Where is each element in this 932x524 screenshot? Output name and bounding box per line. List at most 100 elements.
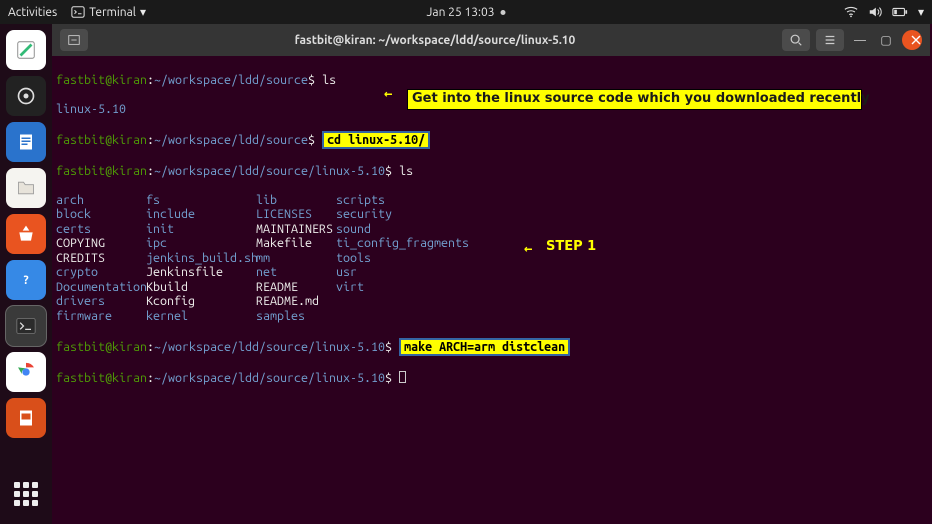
- listing-cell: sound: [336, 222, 466, 237]
- battery-icon: [892, 5, 908, 19]
- search-button[interactable]: [782, 29, 810, 51]
- dock-item-terminal[interactable]: [6, 306, 46, 346]
- top-panel: Activities Terminal ▾ Jan 25 13:03 ▾: [0, 0, 932, 24]
- prompt-userhost: fastbit@kiran: [56, 340, 147, 354]
- listing-row: certsinitMAINTAINERSsound: [56, 222, 926, 237]
- listing-cell: Makefile: [256, 236, 336, 251]
- prompt-userhost: fastbit@kiran: [56, 371, 147, 385]
- listing-cell: usr: [336, 265, 466, 280]
- cursor: [399, 371, 406, 383]
- cmd-ls: ls: [322, 73, 336, 87]
- listing-cell: virt: [336, 280, 466, 295]
- listing-cell: Jenkinsfile: [146, 265, 256, 280]
- listing-row: blockincludeLICENSESsecurity: [56, 207, 926, 222]
- listing-row: CREDITSjenkins_build.shmmtools: [56, 251, 926, 266]
- clock[interactable]: Jan 25 13:03: [427, 6, 506, 19]
- listing-cell: mm: [256, 251, 336, 266]
- listing-row: driversKconfigREADME.md: [56, 294, 926, 309]
- listing-cell: tools: [336, 251, 466, 266]
- prompt-path: ~/workspace/ldd/source: [154, 133, 308, 147]
- listing-row: DocumentationKbuildREADMEvirt: [56, 280, 926, 295]
- terminal-window: fastbit@kiran: ~/workspace/ldd/source/li…: [52, 24, 930, 522]
- wifi-icon: [844, 5, 858, 19]
- dock: ?: [0, 24, 52, 524]
- minimize-button[interactable]: —: [850, 30, 870, 50]
- listing-cell: CREDITS: [56, 251, 146, 266]
- arrow-icon: ←: [524, 241, 532, 256]
- listing-cell: fs: [146, 193, 256, 208]
- active-app-label: Terminal: [89, 6, 136, 19]
- arrow-icon: ←: [384, 86, 392, 101]
- listing-cell: arch: [56, 193, 146, 208]
- new-tab-button[interactable]: [60, 29, 88, 51]
- cmd-ls: ls: [399, 164, 413, 178]
- svg-text:?: ?: [23, 274, 28, 287]
- listing-cell: LICENSES: [256, 207, 336, 222]
- close-button[interactable]: [902, 30, 922, 50]
- prompt-path: ~/workspace/ldd/source: [154, 73, 308, 87]
- listing-cell: samples: [256, 309, 336, 324]
- terminal-body[interactable]: fastbit@kiran:~/workspace/ldd/source$ ls…: [52, 56, 930, 522]
- listing-cell: jenkins_build.sh: [146, 251, 256, 266]
- listing-cell: README.md: [256, 294, 336, 309]
- system-tray[interactable]: ▾: [844, 5, 924, 19]
- close-icon: [911, 35, 921, 45]
- activities-button[interactable]: Activities: [8, 6, 57, 19]
- prompt-userhost: fastbit@kiran: [56, 73, 147, 87]
- maximize-button[interactable]: ▢: [876, 30, 896, 50]
- listing-cell: README: [256, 280, 336, 295]
- listing-cell: net: [256, 265, 336, 280]
- dock-item-chrome[interactable]: [6, 352, 46, 392]
- dock-item-libreoffice-impress[interactable]: [6, 398, 46, 438]
- dock-item-help[interactable]: ?: [6, 260, 46, 300]
- listing-cell: ipc: [146, 236, 256, 251]
- dock-item-text-editor[interactable]: [6, 30, 46, 70]
- listing-cell: firmware: [56, 309, 146, 324]
- listing-cell: drivers: [56, 294, 146, 309]
- listing-cell: include: [146, 207, 256, 222]
- dock-item-rhythmbox[interactable]: [6, 76, 46, 116]
- listing-cell: Kconfig: [146, 294, 256, 309]
- listing-cell: Documentation: [56, 280, 146, 295]
- dock-item-software[interactable]: [6, 214, 46, 254]
- hamburger-icon: [823, 33, 837, 47]
- prompt-path: ~/workspace/ldd/source/linux-5.10: [154, 340, 385, 354]
- ls-listing: archfslibscriptsblockincludeLICENSESsecu…: [56, 193, 926, 324]
- listing-row: cryptoJenkinsfilenetusr: [56, 265, 926, 280]
- listing-row: archfslibscripts: [56, 193, 926, 208]
- dropdown-arrow-icon: ▾: [140, 5, 146, 19]
- dock-item-show-apps[interactable]: [6, 474, 46, 514]
- cmd-make-highlight: make ARCH=arm distclean: [399, 338, 570, 357]
- listing-cell: security: [336, 207, 466, 222]
- prompt-path: ~/workspace/ldd/source/linux-5.10: [154, 371, 385, 385]
- dropdown-arrow-icon: ▾: [918, 5, 924, 19]
- search-icon: [789, 33, 803, 47]
- listing-cell: init: [146, 222, 256, 237]
- apps-grid-icon: [14, 482, 38, 506]
- listing-cell: MAINTAINERS: [256, 222, 336, 237]
- volume-icon: [868, 5, 882, 19]
- menu-button[interactable]: [816, 29, 844, 51]
- new-tab-icon: [67, 33, 81, 47]
- prompt-path: ~/workspace/ldd/source/linux-5.10: [154, 164, 385, 178]
- terminal-icon: [71, 5, 85, 19]
- annotation-step1: STEP 1: [546, 240, 596, 255]
- ls-output-dir: linux-5.10: [56, 102, 126, 116]
- listing-cell: kernel: [146, 309, 256, 324]
- datetime-label: Jan 25 13:03: [427, 6, 495, 19]
- notification-dot-icon: [500, 10, 505, 15]
- annotation-get-into: Get into the linux source code which you…: [407, 89, 862, 110]
- prompt-userhost: fastbit@kiran: [56, 164, 147, 178]
- listing-cell: ti_config_fragments: [336, 236, 466, 251]
- dock-item-libreoffice-writer[interactable]: [6, 122, 46, 162]
- window-titlebar: fastbit@kiran: ~/workspace/ldd/source/li…: [52, 24, 930, 56]
- dock-item-files[interactable]: [6, 168, 46, 208]
- active-app-menu[interactable]: Terminal ▾: [71, 5, 146, 19]
- listing-cell: crypto: [56, 265, 146, 280]
- listing-row: firmwarekernelsamples: [56, 309, 926, 324]
- listing-cell: Kbuild: [146, 280, 256, 295]
- window-title: fastbit@kiran: ~/workspace/ldd/source/li…: [94, 34, 776, 47]
- cmd-cd-highlight: cd linux-5.10/: [322, 131, 430, 150]
- listing-cell: lib: [256, 193, 336, 208]
- listing-cell: certs: [56, 222, 146, 237]
